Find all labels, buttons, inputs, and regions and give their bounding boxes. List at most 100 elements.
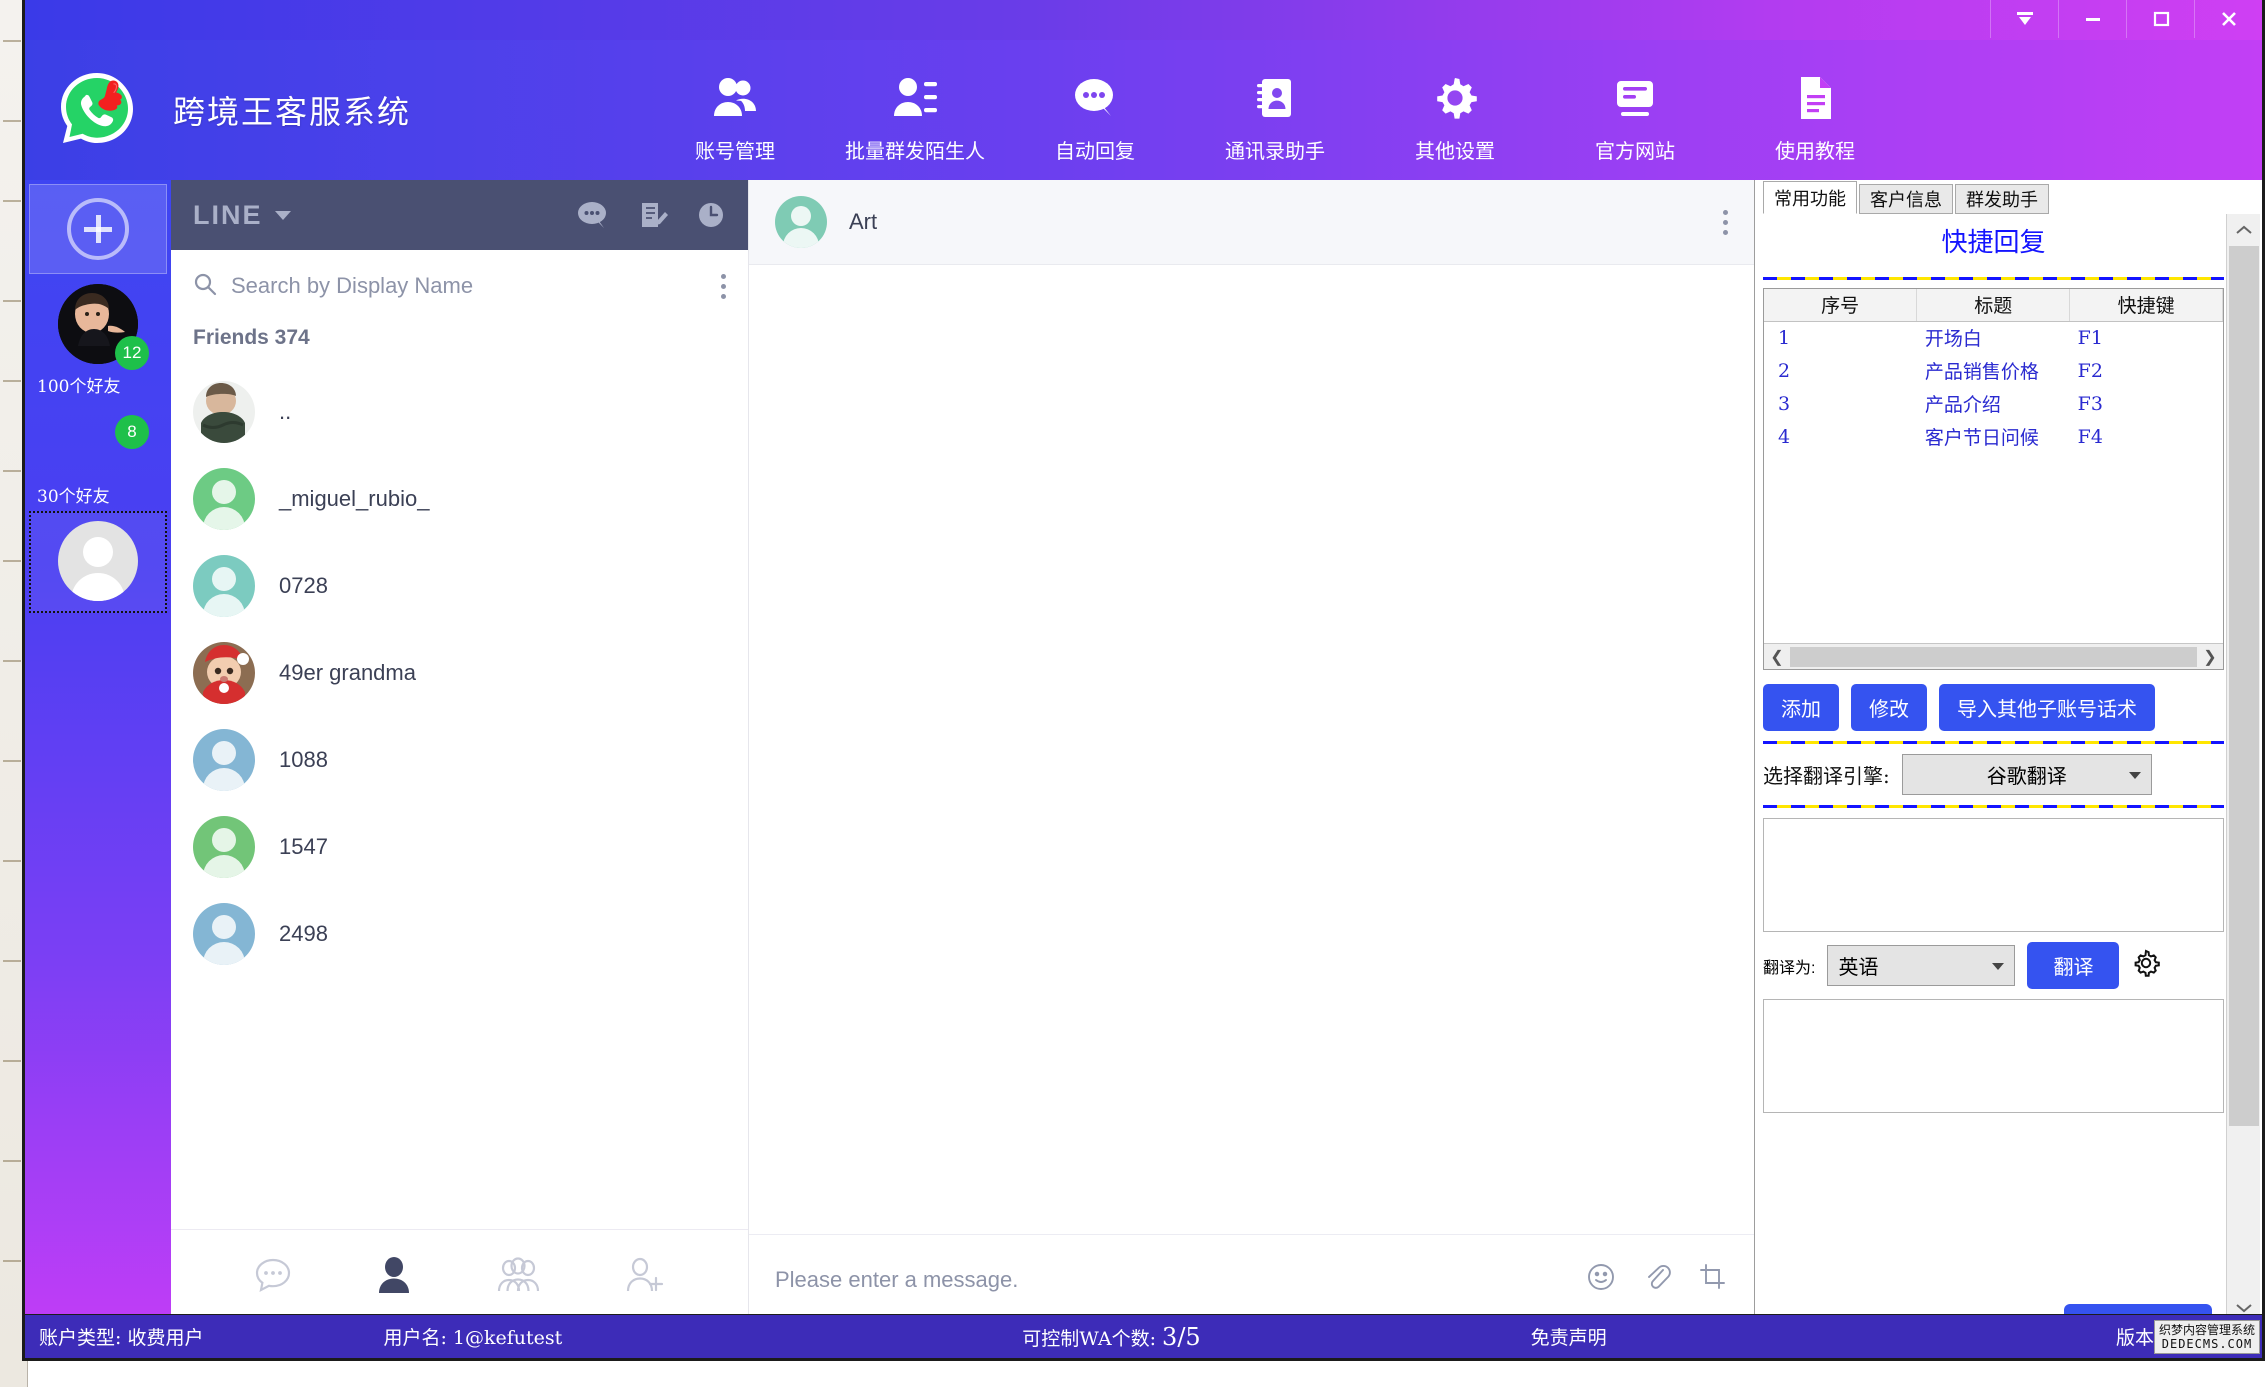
cell-num: 2 bbox=[1778, 359, 1791, 382]
account-item-3-selected[interactable] bbox=[29, 511, 167, 613]
nav-item-bulk-send[interactable]: 批量群发陌生人 bbox=[825, 57, 1005, 164]
nav-item-auto-reply[interactable]: 自动回复 bbox=[1005, 57, 1185, 164]
import-scripts-button[interactable]: 导入其他子账号话术 bbox=[1939, 684, 2155, 731]
list-item[interactable]: .. bbox=[171, 368, 748, 455]
platform-label[interactable]: LINE bbox=[193, 200, 263, 231]
gear-icon bbox=[1433, 71, 1477, 125]
scrollbar-thumb[interactable] bbox=[2228, 246, 2259, 1126]
add-friend-icon[interactable] bbox=[624, 1256, 666, 1299]
add-button[interactable]: 添加 bbox=[1763, 684, 1839, 731]
tab-bulk-assistant[interactable]: 群发助手 bbox=[1955, 184, 2049, 214]
minimize-button[interactable] bbox=[2058, 0, 2126, 38]
list-item[interactable]: 1547 bbox=[171, 803, 748, 890]
collapse-button[interactable] bbox=[1990, 0, 2058, 38]
nav-label: 自动回复 bbox=[1055, 138, 1135, 163]
chevron-up-icon[interactable] bbox=[2234, 214, 2254, 246]
list-item[interactable]: _miguel_rubio_ bbox=[171, 455, 748, 542]
translate-button[interactable]: 翻译 bbox=[2027, 942, 2120, 989]
quick-reply-table[interactable]: 序号 标题 快捷键 1 开场白 F1 2 产品销售价格 F2 3 产品介绍 F3… bbox=[1763, 288, 2224, 670]
maximize-button[interactable] bbox=[2126, 0, 2194, 38]
chat-bubble-outline-icon[interactable] bbox=[253, 1256, 293, 1299]
chat-column: Art Please enter a message. bbox=[749, 180, 1754, 1324]
contact-list[interactable]: .. _miguel_rubio_ 0728 49er grandma 1088… bbox=[171, 368, 748, 1229]
avatar bbox=[775, 196, 827, 248]
nav-item-contact-assistant[interactable]: 通讯录助手 bbox=[1185, 57, 1365, 164]
table-horizontal-scrollbar[interactable]: ❮ ❯ bbox=[1764, 643, 2223, 669]
status-bar: 账户类型: 收费用户 用户名: 1@kefutest 可控制WA个数: 3/5 … bbox=[25, 1314, 2262, 1358]
nav-item-account-management[interactable]: 账号管理 bbox=[645, 57, 825, 164]
nav-item-tutorial[interactable]: 使用教程 bbox=[1725, 57, 1905, 164]
source-text-area[interactable] bbox=[1763, 818, 2224, 932]
engine-value: 谷歌翻译 bbox=[1986, 764, 2067, 788]
list-item[interactable]: 49er grandma bbox=[171, 629, 748, 716]
chat-header: Art bbox=[749, 180, 1754, 265]
emoji-icon[interactable] bbox=[1586, 1262, 1616, 1297]
status-account-type: 账户类型: 收费用户 bbox=[39, 1327, 204, 1349]
whatsapp-thumbsup-logo-icon bbox=[53, 67, 139, 153]
list-item[interactable]: 0728 bbox=[171, 542, 748, 629]
tab-common-functions[interactable]: 常用功能 bbox=[1763, 181, 1857, 214]
chat-input-bar[interactable]: Please enter a message. bbox=[749, 1234, 1754, 1324]
status-username: 用户名: 1@kefutest bbox=[383, 1327, 563, 1349]
crop-icon[interactable] bbox=[1698, 1262, 1728, 1297]
table-row[interactable]: 1 开场白 F1 bbox=[1764, 321, 2223, 354]
attachment-icon[interactable] bbox=[1642, 1262, 1672, 1297]
chat-bubble-icon[interactable] bbox=[576, 200, 610, 230]
quick-reply-title: 快捷回复 bbox=[1941, 228, 2046, 258]
divider bbox=[1763, 805, 2224, 808]
chat-menu-icon[interactable] bbox=[1723, 209, 1728, 235]
contact-name: 1088 bbox=[279, 746, 328, 772]
edit-button[interactable]: 修改 bbox=[1851, 684, 1927, 731]
contact-book-icon bbox=[1253, 71, 1297, 125]
contact-name: 0728 bbox=[279, 572, 328, 598]
search-input[interactable]: Search by Display Name bbox=[171, 250, 748, 322]
cell-title: 开场白 bbox=[1924, 328, 1982, 351]
tab-customer-info[interactable]: 客户信息 bbox=[1859, 184, 1953, 214]
list-item[interactable]: 2498 bbox=[171, 890, 748, 977]
quick-reply-buttons: 添加 修改 导入其他子账号话术 bbox=[1763, 684, 2224, 731]
table-row[interactable]: 4 客户节日问候 F4 bbox=[1764, 420, 2223, 453]
column-header-key: 快捷键 bbox=[2069, 289, 2223, 322]
target-language-select[interactable]: 英语 bbox=[1827, 945, 2016, 986]
contact-column: LINE Search by Display Name Friends 374 … bbox=[171, 180, 749, 1324]
table-row[interactable]: 3 产品介绍 F3 bbox=[1764, 387, 2223, 420]
clock-icon[interactable] bbox=[696, 200, 726, 230]
contact-list-menu-icon[interactable] bbox=[721, 273, 726, 299]
gear-icon[interactable] bbox=[2131, 948, 2161, 983]
panel-content: 快捷回复 序号 标题 快捷键 1 开场白 F1 2 产品销售价格 F2 3 产品… bbox=[1755, 214, 2262, 1324]
add-account-button[interactable] bbox=[29, 184, 167, 274]
nav-item-official-website[interactable]: 官方网站 bbox=[1545, 57, 1725, 164]
close-button[interactable] bbox=[2194, 0, 2262, 38]
table-row[interactable]: 2 产品销售价格 F2 bbox=[1764, 354, 2223, 387]
brand-area: 跨境王客服系统 bbox=[25, 67, 645, 153]
version-prefix: 版本 bbox=[2115, 1327, 2154, 1349]
scrollbar-thumb[interactable] bbox=[1790, 646, 2197, 667]
unread-badge: 8 bbox=[115, 415, 149, 449]
note-edit-icon[interactable] bbox=[638, 200, 668, 230]
user-list-icon bbox=[892, 71, 938, 125]
panel-vertical-scrollbar[interactable] bbox=[2226, 214, 2260, 1324]
right-panel: 常用功能 客户信息 群发助手 快捷回复 序号 标题 快捷键 1 开场白 F1 2… bbox=[1754, 180, 2262, 1324]
status-disclaimer-link[interactable]: 免责声明 bbox=[1531, 1323, 1607, 1350]
divider bbox=[1763, 741, 2224, 744]
chevron-down-icon[interactable] bbox=[274, 210, 291, 220]
plus-icon bbox=[67, 198, 129, 260]
chevron-right-icon[interactable]: ❯ bbox=[2197, 647, 2223, 667]
nav-label: 其他设置 bbox=[1415, 138, 1495, 163]
account-item-2[interactable]: 8 30个好友 bbox=[25, 401, 171, 511]
nav-label: 账号管理 bbox=[695, 138, 775, 163]
chevron-left-icon[interactable]: ❮ bbox=[1764, 647, 1790, 667]
panel-tabs: 常用功能 客户信息 群发助手 bbox=[1755, 180, 2262, 214]
translated-text-area[interactable] bbox=[1763, 999, 2224, 1113]
translation-engine-select[interactable]: 谷歌翻译 bbox=[1901, 754, 2152, 795]
avatar bbox=[193, 728, 255, 791]
list-item[interactable]: 1088 bbox=[171, 716, 748, 803]
person-filled-icon[interactable] bbox=[377, 1256, 411, 1299]
cell-key: F4 bbox=[2077, 425, 2103, 448]
group-icon[interactable] bbox=[496, 1256, 540, 1299]
chevron-down-icon bbox=[1992, 962, 2005, 970]
account-rail: 12 100个好友 8 30个好友 bbox=[25, 180, 171, 1324]
column-header-num: 序号 bbox=[1764, 289, 1918, 322]
nav-item-other-settings[interactable]: 其他设置 bbox=[1365, 57, 1545, 164]
account-item-1[interactable]: 12 100个好友 bbox=[25, 274, 171, 401]
